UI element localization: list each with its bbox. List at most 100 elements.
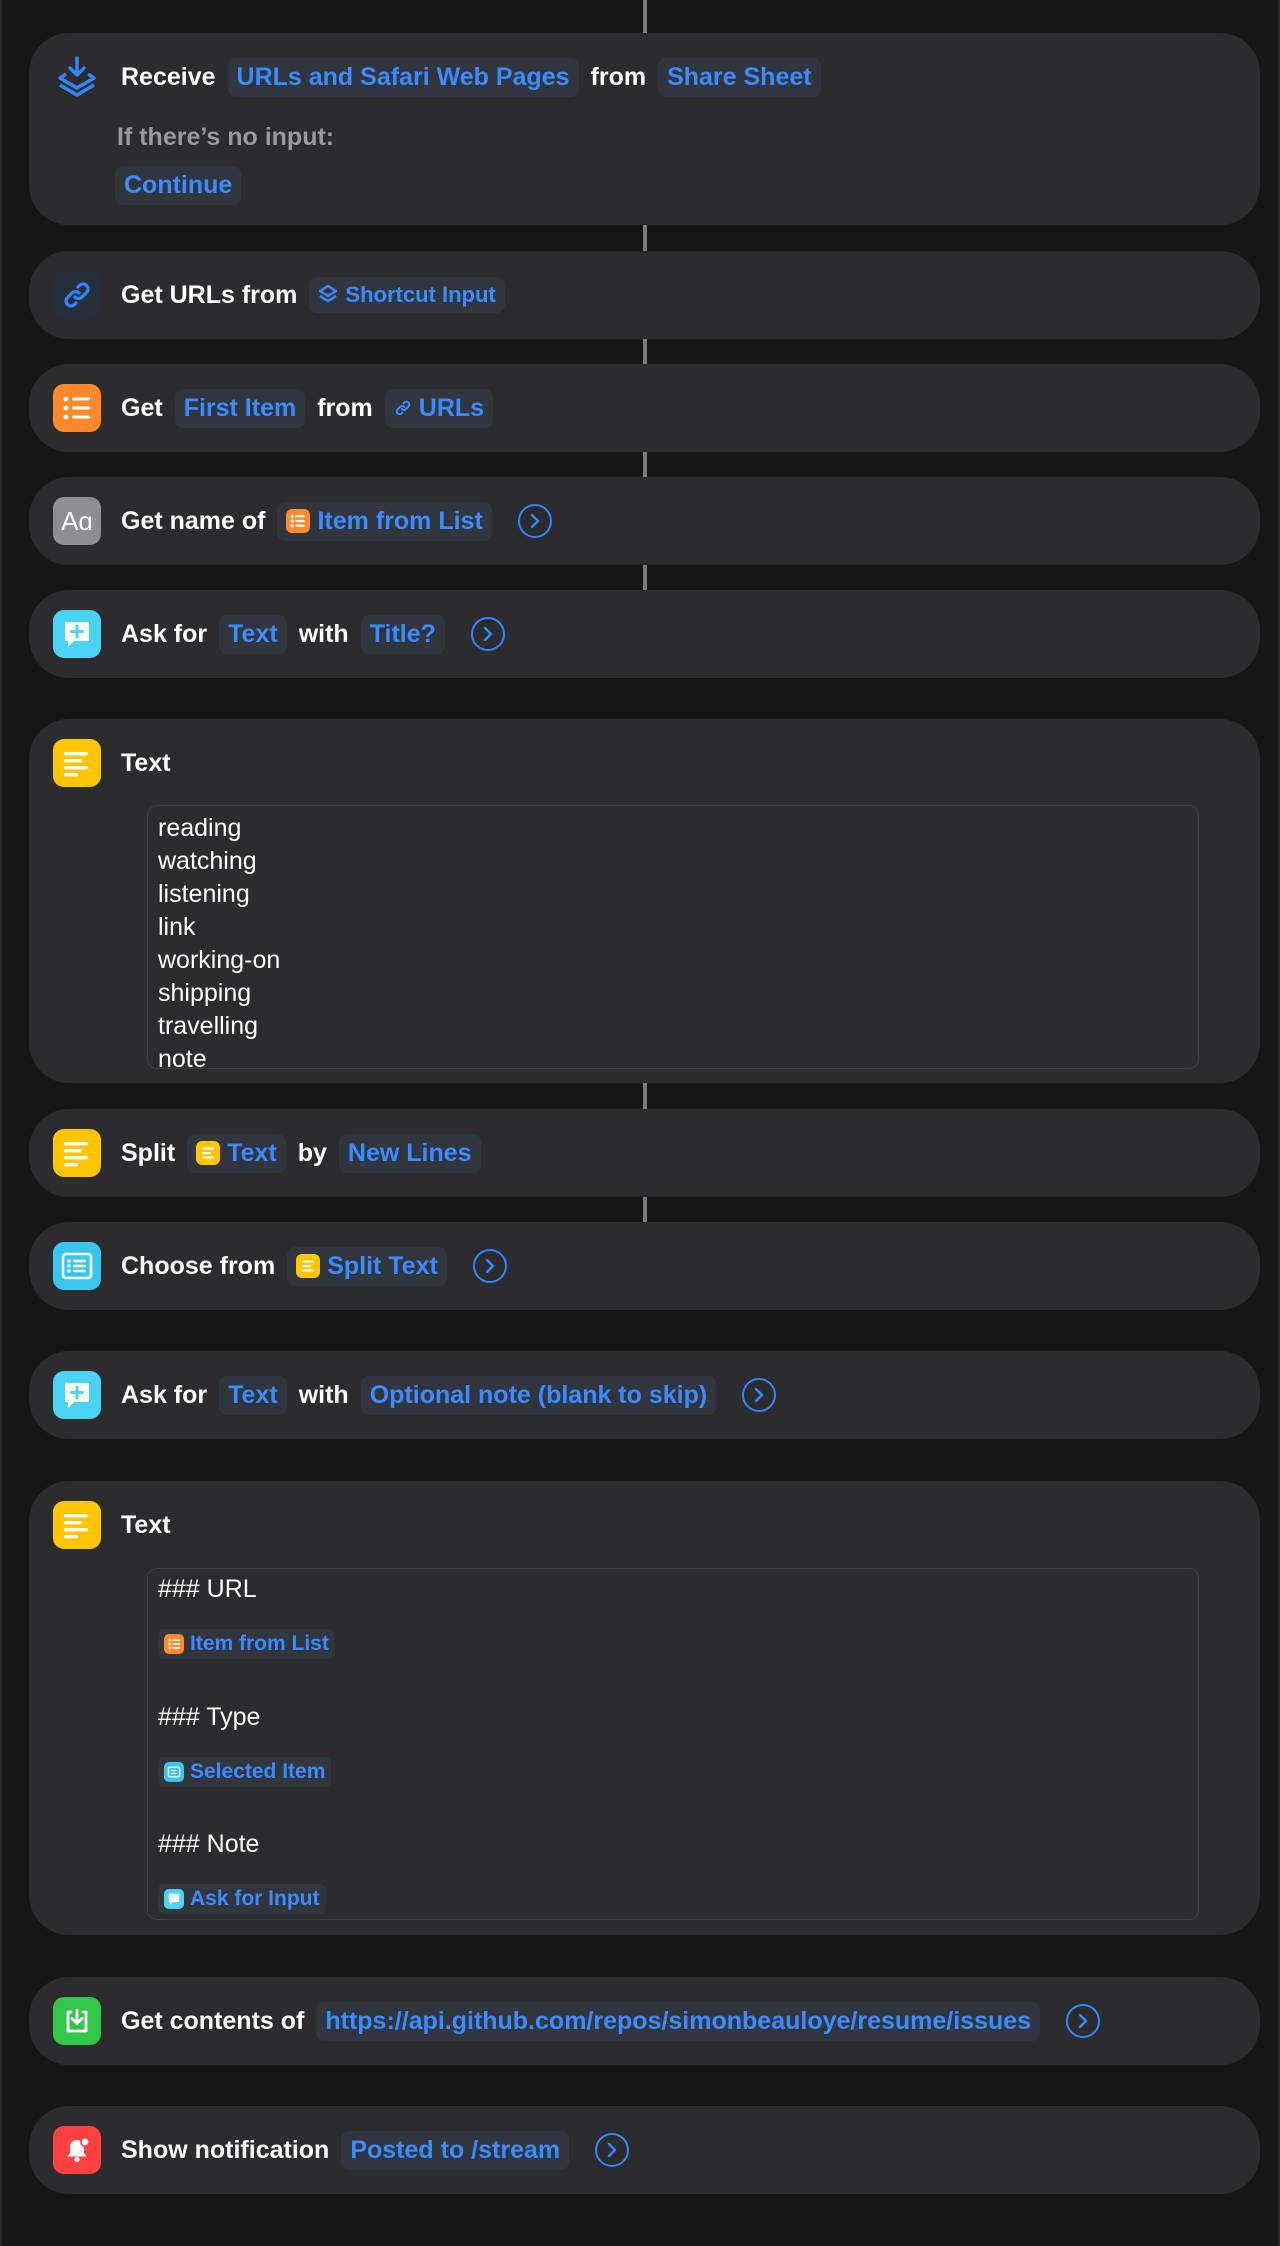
flow-connector [643, 1082, 647, 1110]
get-contents-action-card[interactable]: Get contents of https://api.github.com/r… [29, 1977, 1260, 2065]
download-icon [53, 1997, 101, 2045]
get-label: Get [121, 393, 163, 422]
list-icon [53, 384, 101, 432]
window-edge-left [0, 0, 2, 2246]
text-action-title: Text [121, 748, 171, 777]
get-contents-label: Get contents of [121, 2006, 305, 2035]
ask-title-action-card[interactable]: Ask for Text with Title? [29, 590, 1260, 678]
split-label: Split [121, 1138, 176, 1167]
text-lines-icon [296, 1254, 321, 1278]
item-from-list-variable[interactable]: Item from List [158, 1629, 335, 1659]
text-line: shipping [158, 979, 252, 1007]
ask-note-action-card[interactable]: Ask for Text with Optional note (blank t… [29, 1351, 1260, 1439]
notification-action-card[interactable]: Show notification Posted to /stream [29, 2106, 1260, 2194]
link-icon [395, 400, 410, 416]
get-urls-action-card[interactable]: Get URLs from Shortcut Input [29, 251, 1260, 339]
receive-row: Receive URLs and Safari Web Pages from S… [53, 33, 1236, 121]
separator-token[interactable]: New Lines [338, 1133, 481, 1173]
with-label: with [298, 1380, 349, 1409]
notification-row: Show notification Posted to /stream [53, 2106, 1236, 2194]
text-line: link [158, 913, 196, 941]
list-icon [286, 509, 311, 533]
text-action-title: Text [121, 1510, 171, 1539]
input-source-token[interactable]: Share Sheet [658, 57, 821, 97]
flow-connector [643, 564, 647, 592]
from-label: from [317, 393, 373, 422]
input-types-token[interactable]: URLs and Safari Web Pages [227, 57, 579, 97]
choose-action-card[interactable]: Choose from Split Text [29, 1222, 1260, 1310]
chevron-right-icon[interactable] [1066, 2004, 1101, 2038]
url-heading: ### URL [158, 1575, 257, 1603]
shortcut-input-token[interactable]: Shortcut Input [309, 277, 505, 313]
by-label: by [297, 1138, 327, 1167]
ask-for-label: Ask for [121, 619, 208, 648]
prompt-token[interactable]: Title? [360, 614, 445, 654]
show-notification-label: Show notification [121, 2135, 330, 2164]
flow-connector [643, 224, 647, 252]
flow-connector [643, 452, 647, 480]
text-lines-icon [53, 1501, 101, 1549]
text-line: listening [158, 880, 250, 908]
urls-variable-token[interactable]: URLs [384, 388, 494, 428]
ask-for-input-text: Ask for Input [190, 1887, 320, 1910]
type-heading: ### Type [158, 1703, 261, 1731]
input-type-token[interactable]: Text [219, 614, 287, 654]
split-text-token[interactable]: Split Text [287, 1246, 447, 1286]
get-urls-label: Get URLs from [121, 280, 298, 309]
get-item-action-card[interactable]: Get First Item from URLs [29, 364, 1260, 452]
receive-action-card[interactable]: Receive URLs and Safari Web Pages from S… [29, 33, 1260, 225]
with-label: with [298, 619, 349, 648]
text-lines-icon [53, 739, 101, 787]
chevron-right-icon[interactable] [595, 2133, 630, 2167]
prompt-token[interactable]: Optional note (blank to skip) [360, 1375, 717, 1415]
get-urls-row: Get URLs from Shortcut Input [53, 251, 1236, 339]
split-row: Split Text by New Lines [53, 1109, 1236, 1197]
flow-connector [643, 1195, 647, 1223]
text-body-action-card[interactable]: Text ### URL Item from List ### Type Sel… [29, 1481, 1260, 1935]
text-line: note [158, 1045, 207, 1073]
text-line: watching [158, 847, 257, 875]
flow-connector [643, 338, 647, 366]
notification-message-token[interactable]: Posted to /stream [341, 2130, 570, 2170]
no-input-behavior-token[interactable]: Continue [115, 166, 242, 205]
text-lines-icon [53, 1129, 101, 1177]
selected-item-variable[interactable]: Selected Item [158, 1757, 332, 1787]
from-label: from [590, 62, 647, 91]
link-icon [53, 271, 101, 319]
ask-note-row: Ask for Text with Optional note (blank t… [53, 1351, 1236, 1439]
chevron-right-icon[interactable] [742, 1378, 777, 1412]
chevron-right-icon[interactable] [517, 504, 552, 538]
ask-input-icon [53, 610, 101, 658]
text-lines-icon [196, 1141, 221, 1165]
chevron-right-icon[interactable] [470, 617, 505, 651]
text-body-field[interactable]: ### URL Item from List ### Type Selected… [147, 1568, 1199, 1920]
share-sheet-receive-icon [53, 53, 101, 101]
text-line: working-on [158, 946, 281, 974]
choose-label: Choose from [121, 1251, 276, 1280]
text-types-field[interactable]: reading watching listening link working-… [147, 805, 1199, 1073]
choose-row: Choose from Split Text [53, 1222, 1236, 1310]
ask-for-input-variable[interactable]: Ask for Input [158, 1884, 326, 1914]
input-type-token[interactable]: Text [219, 1375, 287, 1415]
text-types-action-card[interactable]: Text reading watching listening link wor… [29, 719, 1260, 1083]
list-icon [164, 1634, 184, 1654]
split-action-card[interactable]: Split Text by New Lines [29, 1109, 1260, 1197]
ask-for-label: Ask for [121, 1380, 208, 1409]
item-from-list-token[interactable]: Item from List [277, 501, 492, 541]
flow-connector [643, 0, 647, 34]
ask-title-row: Ask for Text with Title? [53, 590, 1236, 678]
receive-label: Receive [121, 62, 216, 91]
selected-item-text: Selected Item [190, 1760, 326, 1783]
choose-list-icon [164, 1762, 184, 1782]
chevron-right-icon[interactable] [472, 1249, 507, 1283]
no-input-label: If there’s no input: [117, 123, 335, 151]
first-item-token[interactable]: First Item [174, 388, 306, 428]
get-item-row: Get First Item from URLs [53, 364, 1236, 452]
text-variable-text: Text [227, 1138, 277, 1167]
url-token[interactable]: https://api.github.com/repos/simonbeaulo… [316, 2001, 1041, 2041]
text-line: reading [158, 814, 242, 842]
text-variable-token[interactable]: Text [187, 1133, 286, 1173]
get-name-action-card[interactable]: Aɑ Get name of Item from List [29, 477, 1260, 565]
choose-list-icon [53, 1242, 101, 1290]
item-from-list-text: Item from List [317, 506, 483, 535]
